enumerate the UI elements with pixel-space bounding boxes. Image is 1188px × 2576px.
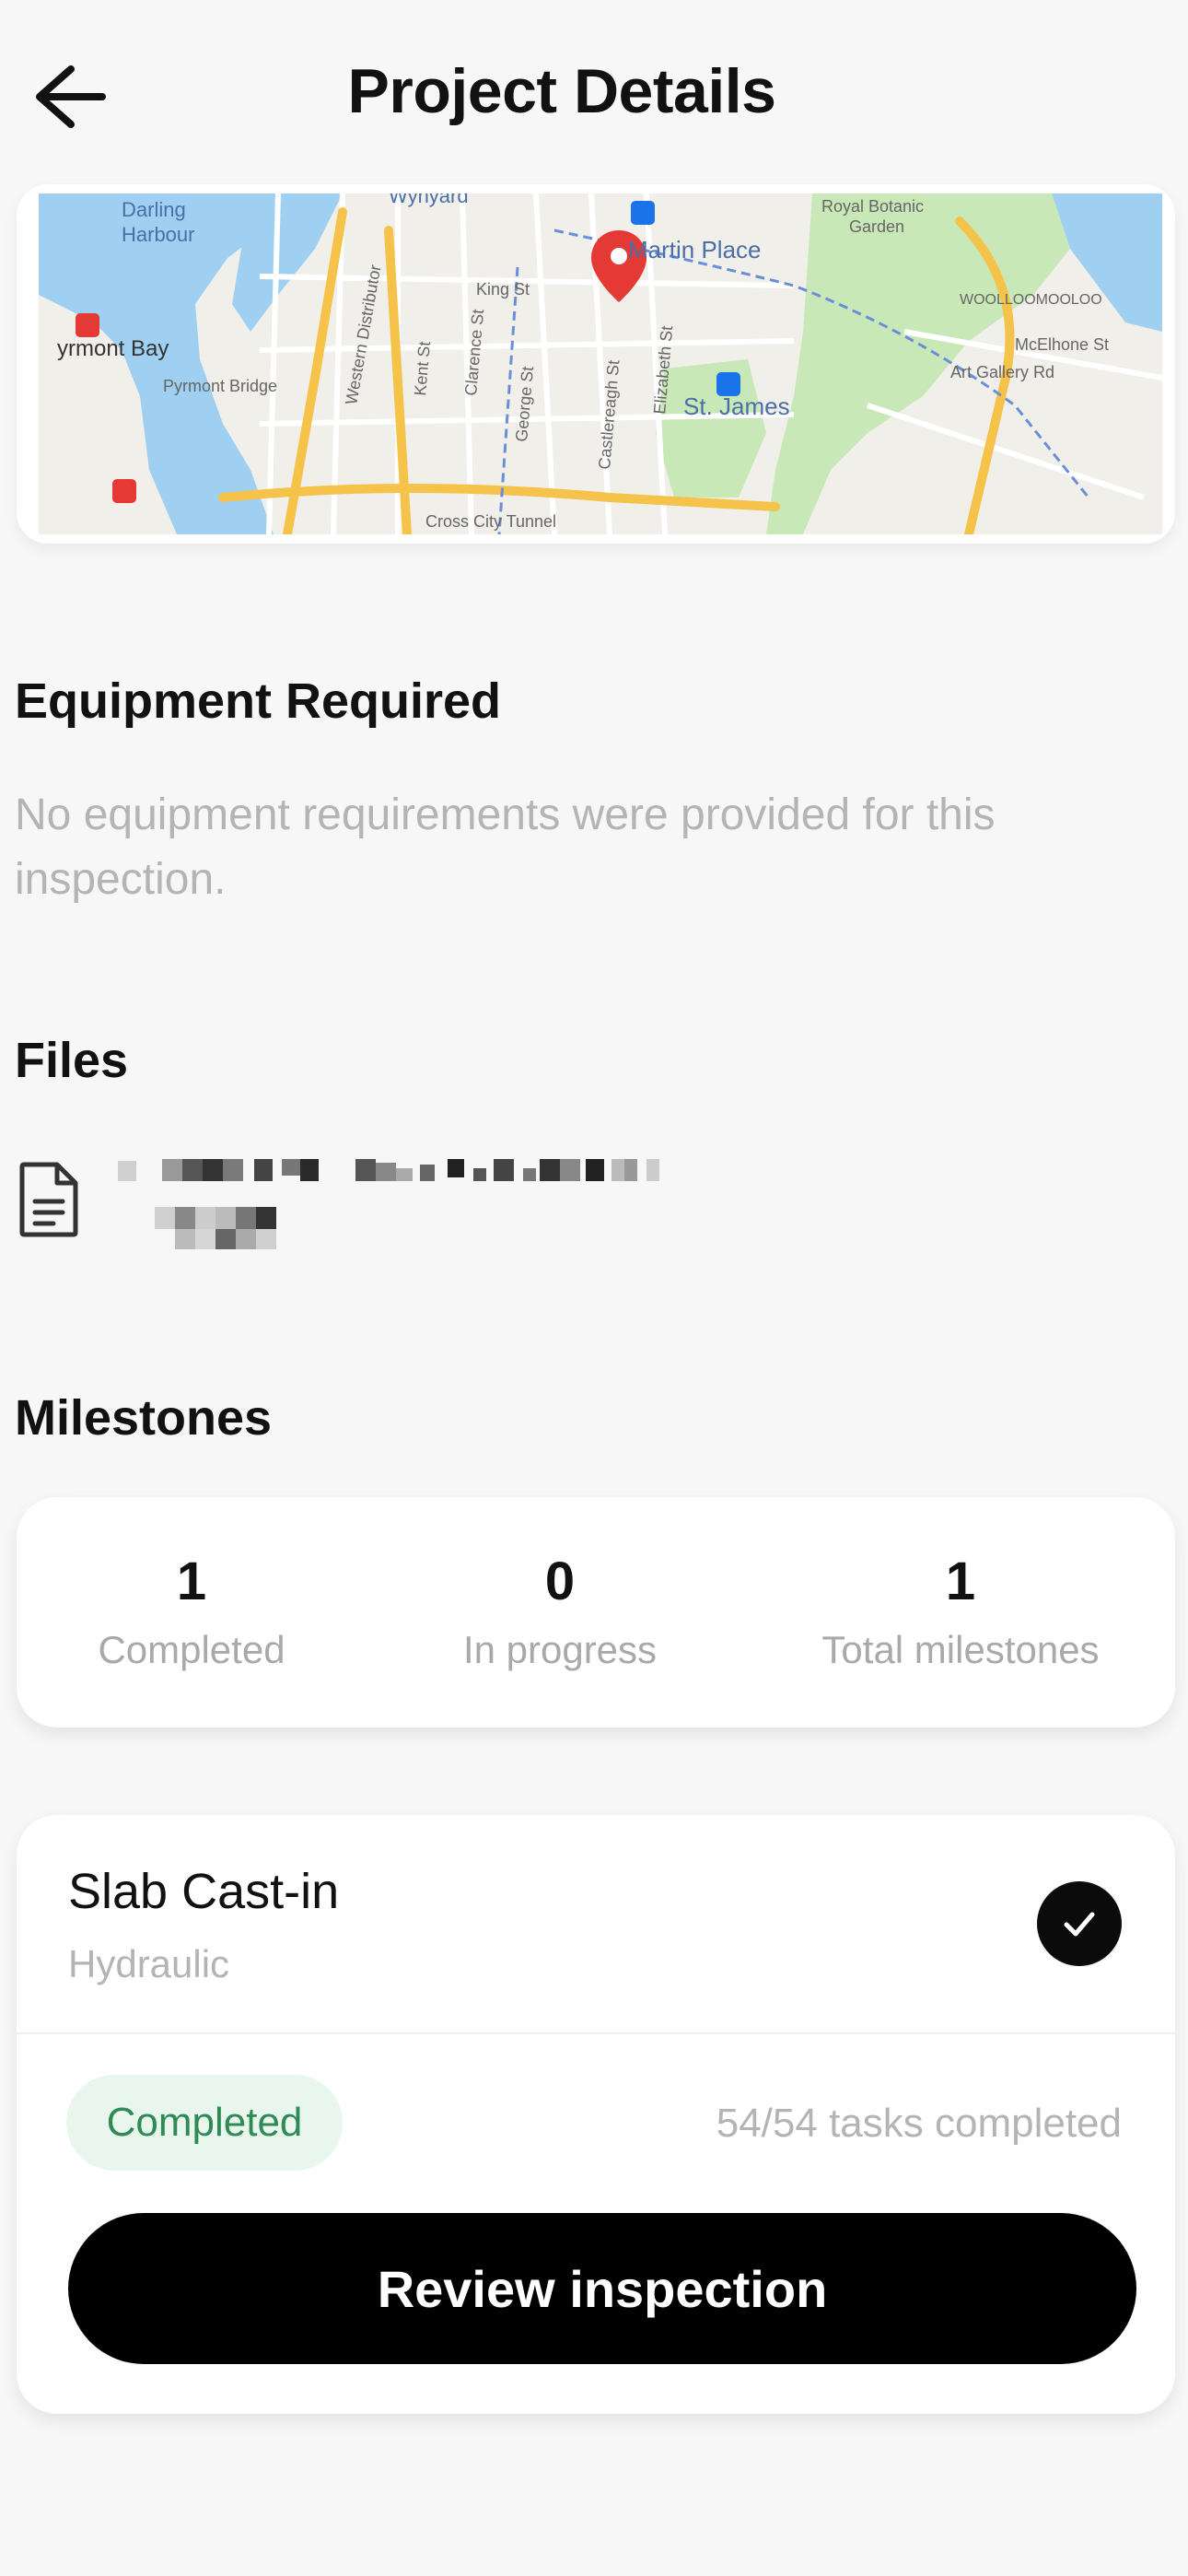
- svg-text:St. James: St. James: [683, 392, 790, 420]
- svg-text:Garden: Garden: [849, 217, 904, 236]
- svg-text:yrmont Bay: yrmont Bay: [57, 336, 169, 361]
- file-name-redacted: [118, 1159, 659, 1249]
- svg-text:Darling: Darling: [122, 198, 186, 221]
- svg-text:Royal Botanic: Royal Botanic: [821, 197, 924, 216]
- stat-completed-label: Completed: [98, 1628, 285, 1671]
- milestone-title: Slab Cast-in: [68, 1864, 340, 1919]
- milestone-card[interactable]: Slab Cast-in Hydraulic Completed 54/54 t…: [17, 1815, 1175, 2414]
- svg-text:Harbour: Harbour: [122, 223, 194, 246]
- stat-total-label: Total milestones: [821, 1628, 1100, 1671]
- svg-text:WOOLLOOMOOLOO: WOOLLOOMOOLOO: [960, 292, 1102, 308]
- map-image: Darling Harbour Wynyard Martin Place St.…: [39, 193, 1162, 534]
- svg-text:Cross City Tunnel: Cross City Tunnel: [425, 512, 556, 531]
- svg-text:King St: King St: [476, 280, 530, 299]
- equipment-empty-message: No equipment requirements were provided …: [15, 790, 996, 904]
- milestone-subtitle: Hydraulic: [68, 1942, 230, 1985]
- stat-in-progress-label: In progress: [462, 1628, 658, 1671]
- review-inspection-button[interactable]: Review inspection: [68, 2213, 1136, 2364]
- app-header: Project Details: [0, 0, 1188, 184]
- stat-completed-value: 1: [176, 1551, 207, 1611]
- stat-total: 1 Total milestones: [790, 1551, 1131, 1672]
- equipment-heading: Equipment Required: [15, 673, 502, 729]
- tasks-progress-text: 54/54 tasks completed: [716, 2101, 1122, 2146]
- svg-text:Wynyard: Wynyard: [389, 193, 469, 207]
- page-title: Project Details: [347, 56, 776, 126]
- status-badge: Completed: [66, 2075, 343, 2171]
- stat-in-progress-value: 0: [544, 1551, 576, 1611]
- svg-text:Art Gallery Rd: Art Gallery Rd: [950, 363, 1054, 381]
- stat-total-value: 1: [945, 1551, 976, 1611]
- svg-text:Martin Place: Martin Place: [628, 236, 762, 263]
- files-heading: Files: [15, 1033, 129, 1088]
- location-map[interactable]: Darling Harbour Wynyard Martin Place St.…: [17, 184, 1175, 544]
- file-item[interactable]: [15, 1150, 1166, 1297]
- stat-completed: 1 Completed: [53, 1551, 330, 1672]
- svg-text:Pyrmont Bridge: Pyrmont Bridge: [163, 377, 277, 395]
- stat-in-progress: 0 In progress: [422, 1551, 698, 1672]
- milestones-heading: Milestones: [15, 1390, 273, 1446]
- document-icon: [19, 1162, 78, 1237]
- check-circle-icon: [1037, 1881, 1122, 1966]
- milestone-divider: [17, 2032, 1175, 2034]
- svg-text:McElhone St: McElhone St: [1015, 335, 1109, 354]
- milestone-stats-card: 1 Completed 0 In progress 1 Total milest…: [17, 1497, 1175, 1727]
